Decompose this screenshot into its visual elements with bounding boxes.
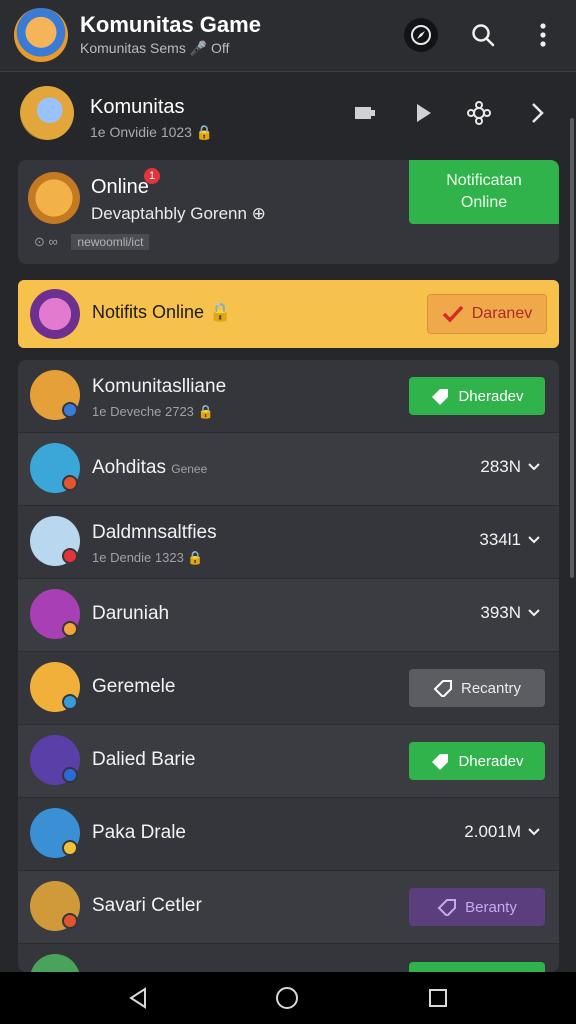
list-item-title: Aohditas Genee [92, 457, 207, 479]
back-icon[interactable] [124, 984, 152, 1012]
list-item-subtitle: 1e Dendie 1323 🔒 [92, 550, 204, 565]
avatar [30, 954, 80, 972]
search-icon[interactable] [466, 18, 500, 52]
online-title: Online [91, 176, 149, 198]
list-item[interactable]: Daldmnsaltfies 1e Dendie 1323 🔒 334l1 [18, 506, 559, 579]
list-item[interactable]: Daruniah 393N [18, 579, 559, 652]
list-item[interactable]: Aohditas Genee 283N [18, 433, 559, 506]
dheradev-button[interactable]: Dheradev [409, 742, 545, 780]
action-label: Recantry [460, 679, 522, 697]
list-item[interactable]: Dalied Barie Dheradev [18, 725, 559, 798]
list-item-title: Daruniah [92, 603, 170, 624]
app-subtitle: Komunitas Sems 🎤 Off [80, 40, 230, 56]
top-app-bar: Komunitas Game Komunitas Sems 🎤 Off [0, 0, 576, 72]
online-card[interactable]: Online 1 Devaptahbly Gorenn ⊕ ⊙ ∞ newoom… [18, 160, 559, 264]
app-logo [14, 8, 68, 62]
check-icon [442, 305, 464, 323]
member-count[interactable]: 2.001M [464, 822, 541, 842]
chevron-down-icon [528, 828, 540, 836]
status-dot [62, 548, 78, 564]
chevron-down-icon [528, 609, 540, 617]
community-meta: 1e Onvidie 1023 🔒 [90, 124, 214, 140]
member-count-value: 393N [480, 603, 521, 622]
beranty-button[interactable]: Beranty [409, 888, 545, 926]
app-screen: Komunitas Game Komunitas Sems 🎤 Off Komu… [0, 0, 576, 1024]
list-item[interactable]: Komunitaslliane 1e Deveche 2723 🔒 Dherad… [18, 360, 559, 433]
list-item-title: Dalied Barie [92, 749, 196, 770]
notification-online-button[interactable]: Notificatan Online [409, 160, 559, 224]
banner-button[interactable]: Daranev [427, 294, 547, 334]
partial-action-button[interactable] [409, 962, 545, 972]
member-count-value: 2.001M [464, 822, 521, 841]
banner-avatar [30, 289, 80, 339]
tag-icon [432, 754, 449, 770]
recents-icon[interactable] [424, 984, 452, 1012]
community-list: Komunitaslliane 1e Deveche 2723 🔒 Dherad… [18, 360, 559, 972]
status-dot [62, 402, 78, 418]
list-item-tag: Genee [171, 462, 208, 476]
tag-icon [437, 899, 457, 916]
home-icon[interactable] [273, 984, 301, 1012]
member-count-value: 283N [480, 457, 521, 476]
dheradev-button[interactable]: Dheradev [409, 377, 545, 415]
status-dot [62, 840, 78, 856]
list-item-subtitle: 1e Deveche 2723 🔒 [92, 404, 214, 419]
action-label: Dheradev [458, 387, 524, 405]
chevron-down-icon [528, 463, 540, 471]
action-label: Beranty [465, 898, 517, 916]
list-item-title: Geremele [92, 676, 176, 697]
list-item-partial[interactable] [18, 944, 559, 972]
list-item[interactable]: Paka Drale 2.001M [18, 798, 559, 871]
tag-icon [432, 389, 449, 405]
recantry-button[interactable]: Recantry [409, 669, 545, 707]
online-tag: newoomli/ict [71, 234, 150, 250]
more-vertical-icon[interactable] [526, 18, 560, 52]
online-meta-icons: ⊙ ∞ [34, 234, 58, 249]
status-dot [62, 621, 78, 637]
display-icon[interactable] [350, 98, 380, 128]
notification-online-label: Notificatan Online [446, 172, 522, 211]
play-icon[interactable] [408, 98, 438, 128]
online-subtitle: Devaptahbly Gorenn ⊕ [91, 204, 266, 223]
member-count-value: 334l1 [479, 530, 521, 549]
member-count[interactable]: 393N [480, 603, 541, 623]
scrollbar[interactable] [570, 118, 574, 578]
list-item-title: Savari Cetler [92, 895, 202, 916]
notification-badge: 1 [144, 168, 160, 184]
online-avatar [28, 172, 80, 224]
chevron-right-icon[interactable] [522, 98, 552, 128]
member-count[interactable]: 334l1 [479, 530, 541, 550]
banner-button-label: Daranev [471, 305, 533, 322]
tag-icon [433, 680, 452, 697]
community-avatar [20, 86, 74, 140]
banner-text: Notifits Online 🔒 [92, 302, 232, 322]
list-item[interactable]: Geremele Recantry [18, 652, 559, 725]
settings-icon[interactable] [464, 98, 494, 128]
compass-icon[interactable] [404, 18, 438, 52]
online-meta: ⊙ ∞ newoomli/ict [34, 234, 150, 250]
member-count[interactable]: 283N [480, 457, 541, 477]
status-dot [62, 475, 78, 491]
list-item-title: Paka Drale [92, 822, 186, 843]
list-item-title: Komunitaslliane [92, 376, 227, 397]
notification-banner[interactable]: Notifits Online 🔒 Daranev [18, 280, 559, 348]
community-header[interactable]: Komunitas 1e Onvidie 1023 🔒 [0, 76, 576, 154]
app-title: Komunitas Game [80, 12, 261, 37]
status-dot [62, 767, 78, 783]
status-dot [62, 694, 78, 710]
list-item[interactable]: Savari Cetler Beranty [18, 871, 559, 944]
status-dot [62, 913, 78, 929]
list-item-title: Daldmnsaltfies [92, 522, 217, 543]
list-item-title-text: Aohditas [92, 457, 166, 478]
chevron-down-icon [528, 536, 540, 544]
action-label: Dheradev [458, 752, 524, 770]
community-title: Komunitas [90, 96, 185, 118]
system-nav-bar [0, 972, 576, 1024]
